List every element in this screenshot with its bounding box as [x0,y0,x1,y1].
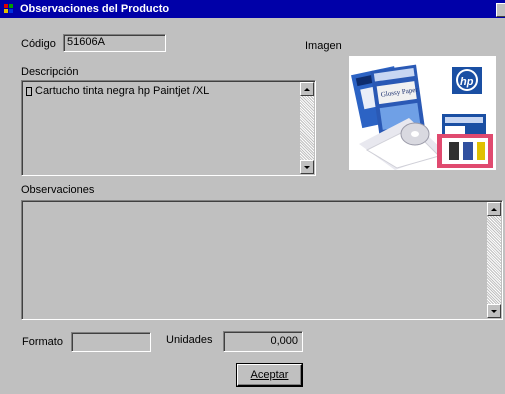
arrow-down-icon [491,309,497,313]
observaciones-label: Observaciones [21,184,95,196]
arrow-up-icon [304,87,310,91]
unidades-field[interactable]: 0,000 [223,331,303,352]
formato-label: Formato [22,336,63,348]
observaciones-textarea[interactable] [21,200,503,320]
checkbox-glyph-icon [26,87,32,96]
descripcion-text-line: Cartucho tinta negra hp Paintjet /XL [26,85,209,98]
codigo-field[interactable]: 51606A [63,34,166,52]
descripcion-textarea[interactable]: Cartucho tinta negra hp Paintjet /XL [21,80,316,176]
product-photo: Glossy Paper hp [349,56,496,170]
observaciones-scrollbar[interactable] [487,202,501,318]
arrow-up-icon [491,207,497,211]
aceptar-button[interactable]: Aceptar [237,364,302,386]
unidades-label: Unidades [166,334,213,346]
descripcion-value: Cartucho tinta negra hp Paintjet /XL [35,85,210,97]
product-image: Glossy Paper hp [349,56,496,170]
codigo-label: Código [21,38,56,50]
title-bar[interactable]: Observaciones del Producto [0,0,505,18]
scroll-up-button[interactable] [487,202,501,216]
window-control-button[interactable] [496,3,505,17]
window-title: Observaciones del Producto [20,3,170,15]
formato-field[interactable] [71,332,151,352]
imagen-label: Imagen [305,40,342,52]
svg-text:hp: hp [460,76,474,88]
aceptar-button-label: Aceptar [250,369,289,381]
scroll-down-button[interactable] [487,304,501,318]
descripcion-scrollbar[interactable] [300,82,314,174]
scroll-up-button[interactable] [300,82,314,96]
scroll-down-button[interactable] [300,160,314,174]
arrow-down-icon [304,165,310,169]
descripcion-label: Descripción [21,66,79,78]
app-icon [2,3,18,15]
